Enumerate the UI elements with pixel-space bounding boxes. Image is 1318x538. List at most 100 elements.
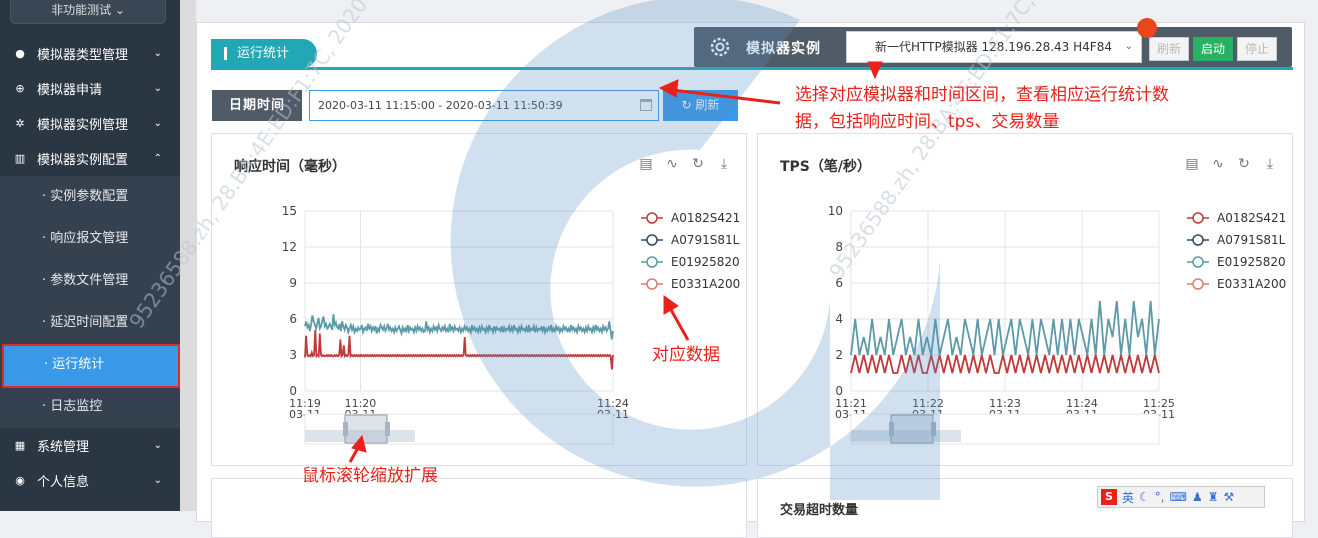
- sim-refresh-button[interactable]: 刷新: [1149, 37, 1189, 61]
- legend-label: E01925820: [1217, 255, 1286, 269]
- sidebar-sub-label: 参数文件管理: [50, 273, 129, 288]
- shirt-icon[interactable]: ♜: [1208, 490, 1219, 504]
- y-tick-label: 8: [835, 240, 843, 254]
- sidebar-sub-label: 日志监控: [50, 399, 103, 414]
- legend-marker-dot: [1192, 234, 1204, 246]
- chart-response-time: 0369121511:1903-1111:2003-1111:2403-11A0…: [282, 204, 740, 445]
- series-line: [304, 329, 614, 370]
- sidebar-sub-log-monitor[interactable]: · 日志监控: [0, 386, 180, 428]
- sidebar-item-sim-instance[interactable]: ✲ 模拟器实例管理 ⌄: [0, 106, 180, 141]
- chevron-down-icon: ⌄: [153, 475, 162, 486]
- date-refresh-button[interactable]: ↻ 刷新: [663, 90, 738, 121]
- sidebar-item-system[interactable]: ▦ 系统管理 ⌄: [0, 428, 180, 463]
- legend-label: E0331A200: [671, 277, 740, 291]
- sidebar-item-label: 模拟器类型管理: [37, 48, 129, 63]
- y-tick-label: 0: [835, 384, 843, 398]
- tab-underline: [211, 67, 1293, 70]
- legend-marker-dot: [1192, 278, 1204, 290]
- y-tick-label: 6: [289, 312, 297, 326]
- y-tick-label: 10: [828, 204, 843, 218]
- annotation-zoom-note: 鼠标滚轮缩放扩展: [302, 466, 438, 486]
- simulator-label: 模拟器实例: [746, 41, 821, 57]
- tps-card: TPS（笔/秒） ▤ ∿ ↻ ⤓ 024681011:2103-1111:220…: [757, 133, 1293, 466]
- sidebar-submenu: · 实例参数配置 · 响应报文管理 · 参数文件管理 · 延迟时间配置 · 运行…: [0, 176, 180, 428]
- sidebar-sub-run-stats[interactable]: · 运行统计: [2, 344, 180, 388]
- sidebar-item-label: 模拟器实例配置: [37, 153, 129, 168]
- legend-label: E0331A200: [1217, 277, 1286, 291]
- zoom-handle-left: [343, 422, 348, 436]
- sidebar-item-sim-config[interactable]: ▥ 模拟器实例配置 ⌃: [0, 141, 180, 176]
- legend-label: A0791S81L: [671, 233, 740, 247]
- chevron-down-icon: ⌄: [153, 83, 162, 94]
- sidebar-item-profile[interactable]: ◉ 个人信息 ⌄: [0, 463, 180, 498]
- sidebar-sub-response-msg[interactable]: · 响应报文管理: [0, 218, 180, 260]
- simulator-bar: 模拟器实例 新一代HTTP模拟器 128.196.28.43 H4F84 ⌄ 刷…: [694, 27, 1292, 67]
- calendar-icon: [640, 99, 652, 111]
- chart-tps: 024681011:2103-1111:2203-1111:2303-1111:…: [828, 204, 1286, 445]
- sidebar-sub-param-files[interactable]: · 参数文件管理: [0, 260, 180, 302]
- sim-stop-button[interactable]: 停止: [1237, 37, 1277, 61]
- simulator-select-value: 新一代HTTP模拟器 128.196.28.43 H4F84: [875, 40, 1112, 54]
- y-tick-label: 0: [289, 384, 297, 398]
- keyboard-icon[interactable]: ⌨: [1170, 490, 1187, 504]
- date-label: 日期时间: [212, 90, 302, 121]
- project-switch-button[interactable]: 非功能测试 ⌄: [10, 0, 166, 24]
- ime-lang[interactable]: 英: [1122, 489, 1134, 506]
- annotation-select-note: 选择对应模拟器和时间区间，查看相应运行统计数 据，包括响应时间、tps、交易数量: [795, 82, 1169, 136]
- sidebar-item-sim-type[interactable]: ● 模拟器类型管理 ⌄: [0, 36, 180, 71]
- annotation-line: 据，包括响应时间、tps、交易数量: [795, 112, 1060, 132]
- user-icon[interactable]: ♟: [1192, 490, 1203, 504]
- sidebar-sub-label: 实例参数配置: [50, 189, 129, 204]
- sidebar-sub-instance-params[interactable]: · 实例参数配置: [0, 176, 180, 218]
- bottom-card-left: [211, 478, 747, 538]
- y-tick-label: 6: [835, 276, 843, 290]
- date-range-input[interactable]: 2020-03-11 11:15:00 - 2020-03-11 11:50:3…: [309, 90, 659, 121]
- legend-label: A0791S81L: [1217, 233, 1286, 247]
- zoom-handle-range: [344, 414, 388, 444]
- bar-chart-icon: ▥: [14, 152, 26, 165]
- cube-icon: ●: [15, 47, 25, 60]
- zoom-handle-left: [889, 422, 894, 436]
- date-refresh-label: 刷新: [695, 98, 720, 112]
- legend-label: E01925820: [671, 255, 740, 269]
- zoom-handle-range: [890, 414, 934, 444]
- y-tick-label: 2: [835, 348, 843, 362]
- sidebar-sub-delay-config[interactable]: · 延迟时间配置: [0, 302, 180, 344]
- chevron-down-icon: ⌄: [153, 440, 162, 451]
- ime-toolbar[interactable]: S 英 ☾ °, ⌨ ♟ ♜ ⚒: [1097, 486, 1265, 508]
- sidebar-scrollbar[interactable]: [180, 0, 196, 511]
- zoom-handle-right: [931, 422, 936, 436]
- chevron-down-icon: ⌄: [153, 118, 162, 129]
- sidebar-item-label: 模拟器实例管理: [37, 118, 129, 133]
- sidebar-sub-label: 响应报文管理: [50, 231, 129, 246]
- sidebar-item-label: 模拟器申请: [37, 83, 103, 98]
- legend-label: A0182S421: [671, 211, 740, 225]
- gear-icon: ✲: [15, 117, 25, 130]
- wrench-icon[interactable]: ⚒: [1223, 490, 1234, 504]
- annotation-line: 选择对应模拟器和时间区间，查看相应运行统计数: [795, 85, 1169, 105]
- sidebar-item-label: 个人信息: [37, 475, 90, 490]
- sim-start-button[interactable]: 启动: [1193, 37, 1233, 61]
- chart-title: 交易超时数量: [780, 503, 859, 518]
- legend-marker-dot: [646, 212, 658, 224]
- notification-dot[interactable]: [1137, 18, 1157, 38]
- simulator-select[interactable]: 新一代HTTP模拟器 128.196.28.43 H4F84 ⌄: [846, 31, 1142, 63]
- legend-label: A0182S421: [1217, 211, 1286, 225]
- moon-icon[interactable]: ☾: [1139, 490, 1150, 504]
- sidebar-item-label: 系统管理: [37, 440, 90, 455]
- windows-icon: ▦: [14, 439, 26, 452]
- legend-marker-dot: [646, 234, 658, 246]
- sidebar-item-sim-apply[interactable]: ⊕ 模拟器申请 ⌄: [0, 71, 180, 106]
- legend-marker-dot: [646, 256, 658, 268]
- gear-icon: [710, 37, 730, 57]
- refresh-icon: ↻: [681, 98, 696, 112]
- legend-marker-dot: [1192, 256, 1204, 268]
- response-time-card: 响应时间（毫秒） ▤ ∿ ↻ ⤓ 0369121511:1903-1111:20…: [211, 133, 747, 466]
- tab-run-stats[interactable]: 运行统计: [211, 39, 317, 68]
- y-tick-label: 4: [835, 312, 843, 326]
- series-line: [304, 314, 614, 340]
- chevron-down-icon: ⌄: [1124, 41, 1133, 52]
- sidebar: 非功能测试 ⌄ ● 模拟器类型管理 ⌄ ⊕ 模拟器申请 ⌄ ✲ 模拟器实例管理 …: [0, 0, 180, 511]
- punct-icon[interactable]: °,: [1155, 490, 1165, 504]
- date-range-value: 2020-03-11 11:15:00 - 2020-03-11 11:50:3…: [318, 99, 563, 112]
